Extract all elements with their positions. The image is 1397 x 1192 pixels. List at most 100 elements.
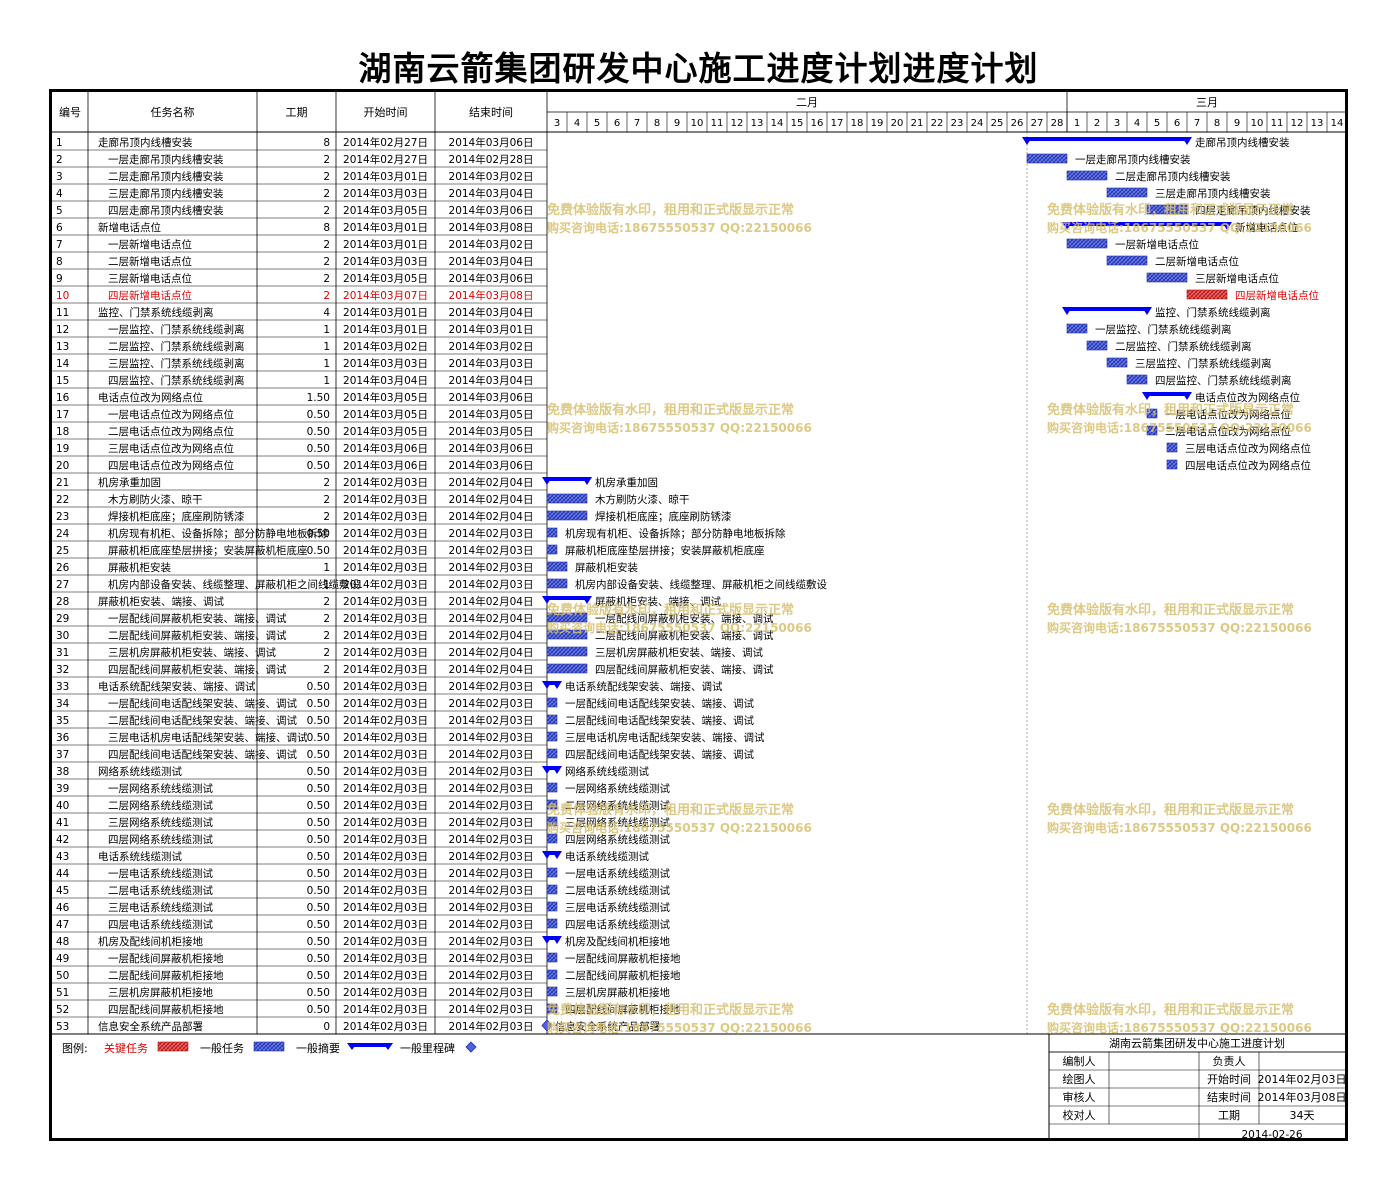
bar-label: 三层机房屏蔽机柜安装、端接、调试 [595,646,763,659]
task-end: 2014年03月08日 [449,289,534,302]
task-end: 2014年02月04日 [449,629,534,642]
bar-label: 机房承重加固 [595,476,658,489]
task-bar [1106,187,1148,198]
bar-label: 四层配线间屏蔽机柜安装、端接、调试 [595,663,774,676]
task-id: 52 [56,1004,69,1016]
summary-bar [547,477,587,481]
task-start: 2014年02月27日 [343,153,428,166]
task-bar [546,918,558,929]
info-label: 绘图人 [1063,1072,1096,1086]
task-start: 2014年02月03日 [343,816,428,829]
task-duration: 0.50 [307,868,330,880]
task-bar [1026,153,1068,164]
task-start: 2014年02月03日 [343,595,428,608]
bar-label: 机房现有机柜、设备拆除；部分防静电地板拆除 [565,527,786,540]
task-end: 2014年02月03日 [449,935,534,948]
task-id: 42 [56,834,69,846]
watermark-text: 免费体验版有水印，租用和正式版显示正常 [1047,402,1294,418]
task-bar [1066,238,1108,249]
task-end: 2014年02月03日 [449,748,534,761]
day-label: 11 [1271,118,1284,129]
day-label: 11 [711,118,724,129]
watermark-text: 免费体验版有水印，租用和正式版显示正常 [547,602,794,618]
task-duration: 0.50 [307,851,330,863]
task-end: 2014年03月04日 [449,306,534,319]
day-label: 13 [1311,118,1324,129]
task-duration: 2 [323,477,330,489]
bar-label: 四层新增电话点位 [1235,289,1319,302]
task-start: 2014年02月03日 [343,748,428,761]
task-bar [546,884,558,895]
task-bar [546,527,558,538]
task-bar [1106,255,1148,266]
task-bar [546,493,588,504]
bar-label: 二层配线间电话配线架安装、端接、调试 [565,714,754,727]
task-end: 2014年03月06日 [449,136,534,149]
bar-label: 一层新增电话点位 [1115,238,1199,251]
task-name: 三层新增电话点位 [108,272,192,285]
watermark-text: 免费体验版有水印，租用和正式版显示正常 [1047,602,1294,618]
task-duration: 1.50 [307,392,330,404]
task-start: 2014年02月03日 [343,1003,428,1016]
task-start: 2014年02月27日 [343,136,428,149]
info-value: 2014年03月08日 [1258,1090,1346,1104]
task-name: 三层走廊吊顶内线槽安装 [108,187,224,200]
task-bar [546,969,558,980]
task-name: 三层机房屏蔽机柜接地 [108,986,213,999]
task-end: 2014年02月03日 [449,544,534,557]
task-id: 40 [56,800,69,812]
task-id: 45 [56,885,69,897]
task-name: 四层监控、门禁系统线缆剥离 [108,374,245,387]
task-name: 一层电话系统线缆测试 [108,867,213,880]
task-id: 8 [56,256,63,268]
day-label: 21 [911,118,924,129]
summary-bar [1027,137,1187,141]
task-end: 2014年02月03日 [449,765,534,778]
task-end: 2014年02月03日 [449,799,534,812]
task-id: 43 [56,851,69,863]
task-bar [1066,170,1108,181]
task-duration: 2 [323,188,330,200]
task-name: 二层网络系统线缆测试 [108,799,213,812]
task-start: 2014年03月02日 [343,340,428,353]
task-end: 2014年02月03日 [449,816,534,829]
gantt-frame: 编号 任务名称 工期 开始时间 结束时间 二月 3 4 5 6 7 8 9 10 11 12 13 14 15 16 1… [49,89,1348,1141]
task-end: 2014年03月02日 [449,238,534,251]
day-label: 4 [574,118,580,129]
task-name: 四层走廊吊顶内线槽安装 [108,204,224,217]
task-duration: 4 [323,307,330,319]
watermark-text: 免费体验版有水印，租用和正式版显示正常 [547,402,794,418]
task-end: 2014年02月04日 [449,663,534,676]
task-start: 2014年03月03日 [343,357,428,370]
task-duration: 0.50 [307,460,330,472]
legend-item: 一般里程碑 [400,1042,455,1055]
task-duration: 0 [323,1021,330,1033]
task-id: 21 [56,477,69,489]
task-end: 2014年02月03日 [449,952,534,965]
task-start: 2014年03月06日 [343,459,428,472]
task-duration: 2 [323,647,330,659]
task-name: 三层电话系统线缆测试 [108,901,213,914]
task-bar [546,510,588,521]
task-name: 二层监控、门禁系统线缆剥离 [108,340,245,353]
task-bar [546,697,558,708]
task-id: 25 [56,545,69,557]
task-id: 47 [56,919,69,931]
bar-label: 四层监控、门禁系统线缆剥离 [1155,374,1292,387]
day-label: 8 [1214,118,1220,129]
task-end: 2014年02月03日 [449,969,534,982]
task-duration: 2 [323,154,330,166]
task-name: 四层配线间屏蔽机柜接地 [108,1003,224,1016]
task-name: 二层电话点位改为网络点位 [108,425,234,438]
task-start: 2014年02月03日 [343,731,428,744]
day-label: 14 [771,118,784,129]
task-start: 2014年03月01日 [343,238,428,251]
bar-label: 二层配线间屏蔽机柜接地 [565,969,681,982]
info-title: 湖南云箭集团研发中心施工进度计划 [1109,1036,1285,1050]
task-end: 2014年02月03日 [449,697,534,710]
task-name: 一层监控、门禁系统线缆剥离 [108,323,245,336]
task-name: 电话系统配线架安装、端接、调试 [98,680,256,693]
task-start: 2014年02月03日 [343,918,428,931]
task-end: 2014年02月03日 [449,833,534,846]
bar-label: 一层走廊吊顶内线槽安装 [1075,153,1191,166]
